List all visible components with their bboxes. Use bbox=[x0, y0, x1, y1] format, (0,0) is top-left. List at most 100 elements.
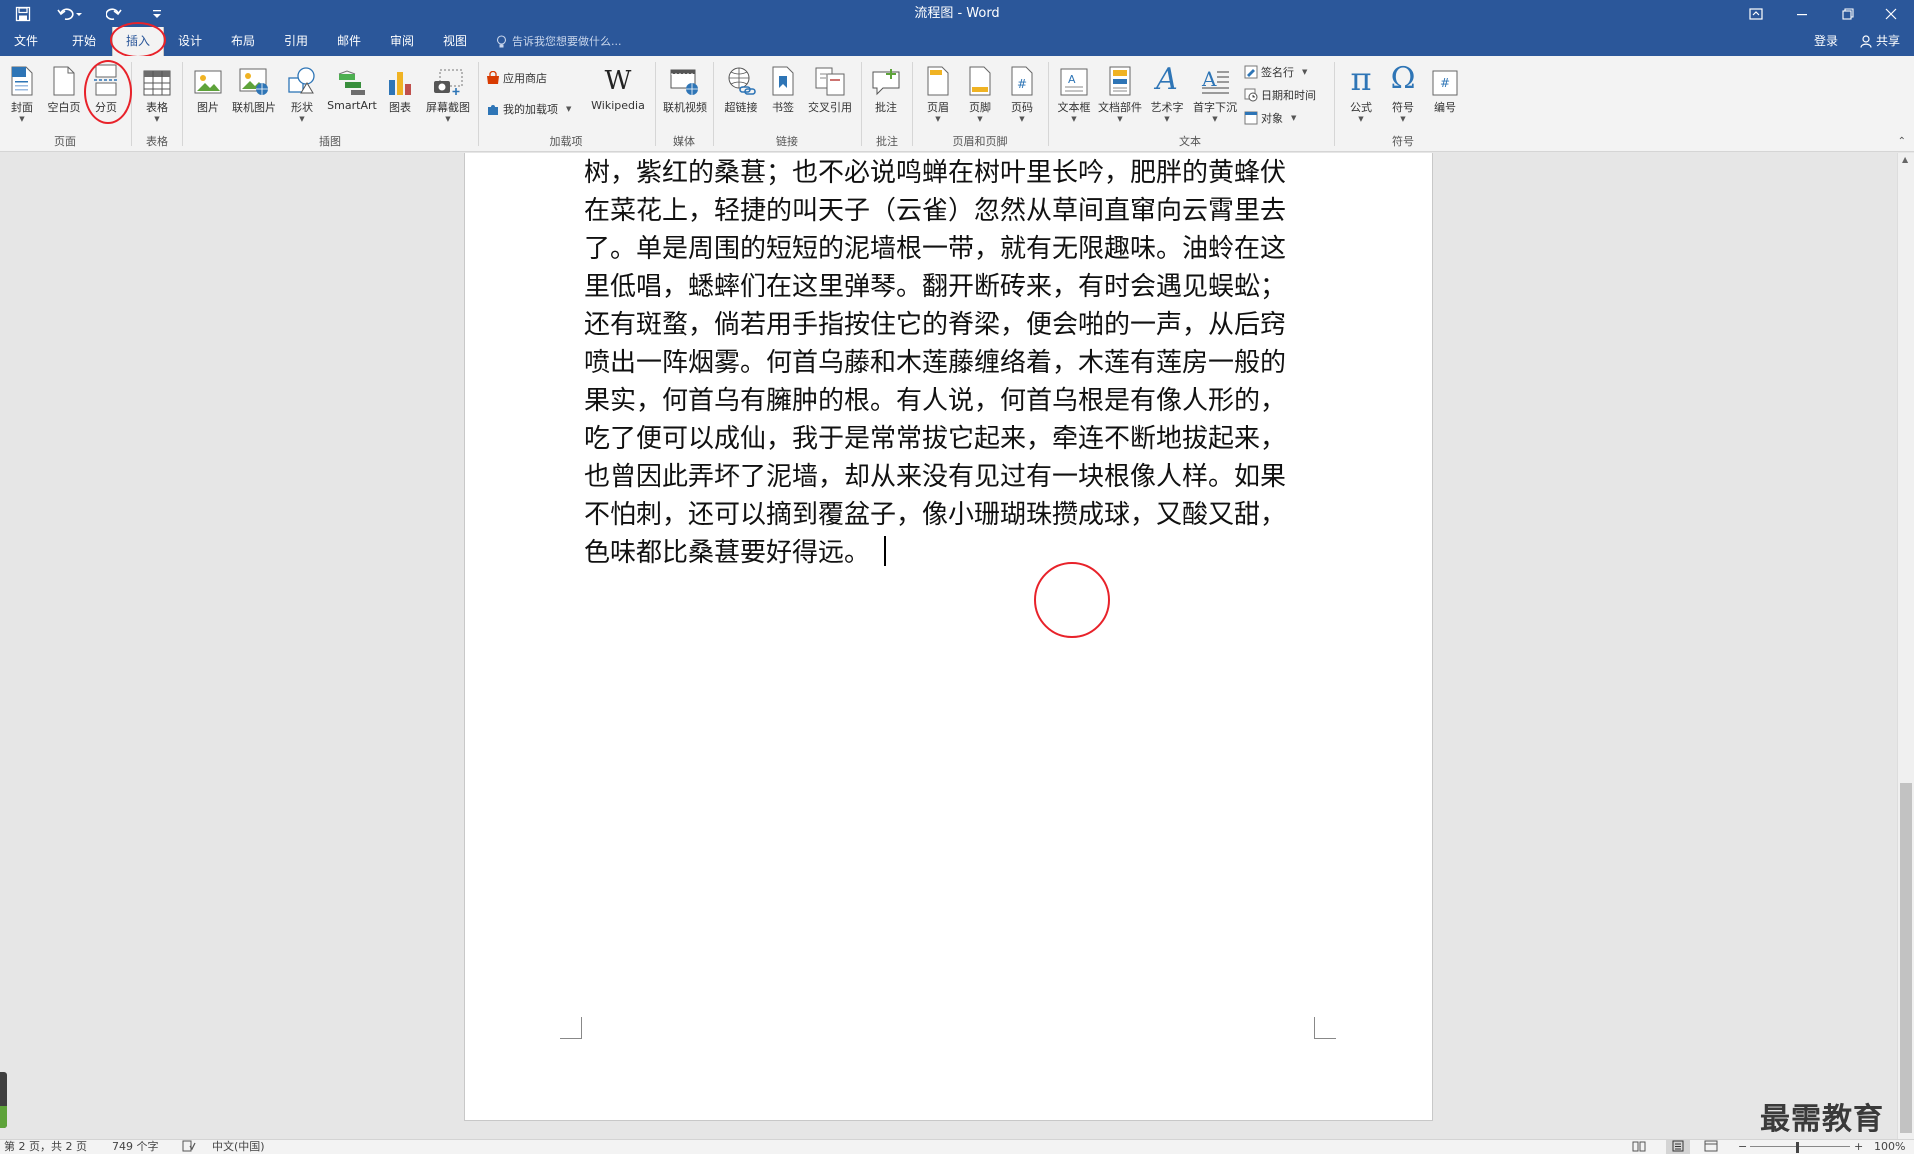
chart-label: 图表 bbox=[389, 101, 411, 114]
tab-layout[interactable]: 布局 bbox=[217, 27, 269, 56]
online-picture-label: 联机图片 bbox=[232, 101, 276, 114]
shapes-icon bbox=[287, 62, 317, 96]
header-label: 页眉 bbox=[927, 101, 949, 114]
sign-in-link[interactable]: 登录 bbox=[1806, 27, 1846, 56]
online-picture-button[interactable]: 联机图片 bbox=[228, 62, 280, 115]
object-button[interactable]: 对象 ▼ bbox=[1244, 110, 1296, 126]
zoom-out-icon[interactable]: − bbox=[1738, 1140, 1747, 1154]
ribbon-display-options-icon[interactable] bbox=[1733, 0, 1779, 27]
header-button[interactable]: 页眉 ▼ bbox=[920, 62, 956, 123]
signature-line-button[interactable]: 签名行 ▼ bbox=[1244, 64, 1307, 80]
wordart-dropdown-icon: ▼ bbox=[1164, 115, 1170, 123]
word-count-status[interactable]: 749 个字 bbox=[112, 1140, 159, 1154]
svg-text:#: # bbox=[1017, 77, 1027, 91]
scroll-thumb[interactable] bbox=[1900, 783, 1912, 1133]
proofing-icon[interactable] bbox=[182, 1140, 196, 1154]
cross-reference-label: 交叉引用 bbox=[808, 101, 852, 114]
document-body[interactable]: 树，紫红的桑葚；也不必说鸣蝉在树叶里长吟，肥胖的黄蜂伏在菜花上，轻捷的叫天子（云… bbox=[584, 154, 1296, 572]
zoom-slider-thumb[interactable] bbox=[1796, 1142, 1799, 1153]
online-video-button[interactable]: 联机视频 bbox=[660, 62, 710, 115]
store-button[interactable]: 应用商店 bbox=[486, 70, 547, 86]
restore-icon[interactable] bbox=[1825, 0, 1871, 27]
table-dropdown-icon: ▼ bbox=[154, 115, 160, 123]
lightbulb-icon bbox=[496, 34, 507, 49]
language-status[interactable]: 中文(中国) bbox=[212, 1140, 265, 1154]
smartart-button[interactable]: SmartArt bbox=[324, 62, 380, 112]
tab-references[interactable]: 引用 bbox=[270, 27, 322, 56]
quick-parts-icon bbox=[1108, 62, 1132, 96]
table-label: 表格 bbox=[146, 101, 168, 114]
bookmark-icon bbox=[771, 62, 795, 96]
quick-parts-button[interactable]: 文档部件 ▼ bbox=[1096, 62, 1144, 123]
footer-icon bbox=[968, 62, 992, 96]
wikipedia-button[interactable]: W Wikipedia bbox=[586, 62, 650, 112]
screenshot-button[interactable]: 屏幕截图 ▼ bbox=[420, 62, 476, 123]
object-label: 对象 bbox=[1261, 112, 1283, 125]
document-page[interactable]: 树，紫红的桑葚；也不必说鸣蝉在树叶里长吟，肥胖的黄蜂伏在菜花上，轻捷的叫天子（云… bbox=[464, 153, 1433, 1121]
share-label: 共享 bbox=[1875, 34, 1900, 48]
number-button[interactable]: # 编号 bbox=[1426, 62, 1464, 115]
cross-reference-button[interactable]: 交叉引用 bbox=[804, 62, 856, 115]
title-bar: 流程图 - Word bbox=[0, 0, 1914, 27]
group-comments-label: 批注 bbox=[876, 135, 898, 148]
tab-file[interactable]: 文件 bbox=[0, 27, 52, 56]
picture-button[interactable]: 图片 bbox=[192, 62, 224, 115]
my-addins-button[interactable]: 我的加载项 ▼ bbox=[486, 101, 571, 117]
tab-design[interactable]: 设计 bbox=[164, 27, 216, 56]
my-addins-dropdown-icon: ▼ bbox=[566, 105, 572, 113]
bookmark-button[interactable]: 书签 bbox=[766, 62, 800, 115]
page-number-dropdown-icon: ▼ bbox=[1019, 115, 1025, 123]
footer-button[interactable]: 页脚 ▼ bbox=[962, 62, 998, 123]
screenshot-label: 屏幕截图 bbox=[426, 101, 470, 114]
print-layout-icon[interactable] bbox=[1666, 1140, 1690, 1154]
shapes-button[interactable]: 形状 ▼ bbox=[284, 62, 320, 123]
web-layout-icon[interactable] bbox=[1704, 1140, 1718, 1154]
tell-me-box[interactable]: 告诉我您想要做什么... bbox=[496, 27, 622, 56]
cover-page-button[interactable]: 封面 ▼ bbox=[4, 62, 40, 123]
group-header-footer-label: 页眉和页脚 bbox=[952, 135, 1008, 148]
cross-reference-icon bbox=[814, 62, 846, 96]
zoom-slider[interactable] bbox=[1750, 1146, 1850, 1147]
tab-view[interactable]: 视图 bbox=[429, 27, 481, 56]
page-count-status[interactable]: 第 2 页，共 2 页 bbox=[4, 1140, 87, 1154]
equation-button[interactable]: π 公式 ▼ bbox=[1342, 62, 1380, 123]
hyperlink-button[interactable]: 超链接 bbox=[720, 62, 762, 115]
chart-button[interactable]: 图表 bbox=[384, 62, 416, 115]
smartart-label: SmartArt bbox=[327, 99, 377, 112]
close-icon[interactable] bbox=[1868, 0, 1914, 27]
share-button[interactable]: 共享 bbox=[1852, 27, 1908, 56]
svg-text:A: A bbox=[1068, 73, 1076, 86]
new-comment-button[interactable]: 批注 bbox=[868, 62, 904, 115]
document-workspace: 树，紫红的桑葚；也不必说鸣蝉在树叶里长吟，肥胖的黄蜂伏在菜花上，轻捷的叫天子（云… bbox=[0, 153, 1897, 1140]
shapes-label: 形状 bbox=[291, 101, 313, 114]
collapse-ribbon-icon[interactable]: ⌃ bbox=[1898, 136, 1906, 147]
tab-mailings[interactable]: 邮件 bbox=[323, 27, 375, 56]
tab-review[interactable]: 审阅 bbox=[376, 27, 428, 56]
drop-cap-icon: A bbox=[1200, 62, 1230, 96]
vertical-scrollbar[interactable]: ▲ bbox=[1897, 153, 1914, 1140]
minimize-icon[interactable] bbox=[1779, 0, 1825, 27]
page-number-button[interactable]: # 页码 ▼ bbox=[1004, 62, 1040, 123]
read-mode-icon[interactable] bbox=[1632, 1140, 1646, 1154]
store-icon bbox=[486, 71, 500, 85]
status-bar: 第 2 页，共 2 页 749 个字 中文(中国) − + 100% bbox=[0, 1139, 1914, 1154]
zoom-in-icon[interactable]: + bbox=[1854, 1140, 1863, 1154]
text-box-button[interactable]: A 文本框 ▼ bbox=[1054, 62, 1094, 123]
scroll-up-icon[interactable]: ▲ bbox=[1902, 155, 1908, 164]
date-time-label: 日期和时间 bbox=[1261, 89, 1316, 102]
blank-page-button[interactable]: 空白页 bbox=[44, 62, 84, 115]
text-cursor bbox=[884, 536, 887, 566]
page-number-icon: # bbox=[1010, 62, 1034, 96]
header-dropdown-icon: ▼ bbox=[935, 115, 941, 123]
zoom-level[interactable]: 100% bbox=[1874, 1140, 1905, 1154]
date-time-button[interactable]: 日期和时间 bbox=[1244, 87, 1316, 103]
new-comment-label: 批注 bbox=[875, 101, 897, 114]
table-button[interactable]: 表格 ▼ bbox=[140, 62, 174, 123]
quick-parts-label: 文档部件 bbox=[1098, 101, 1142, 114]
wordart-button[interactable]: A 艺术字 ▼ bbox=[1148, 62, 1186, 124]
symbol-button[interactable]: Ω 符号 ▼ bbox=[1384, 62, 1422, 124]
group-text-label: 文本 bbox=[1179, 135, 1201, 148]
addins-puzzle-icon bbox=[486, 102, 500, 116]
tab-home[interactable]: 开始 bbox=[58, 27, 110, 56]
drop-cap-button[interactable]: A 首字下沉 ▼ bbox=[1190, 62, 1240, 123]
